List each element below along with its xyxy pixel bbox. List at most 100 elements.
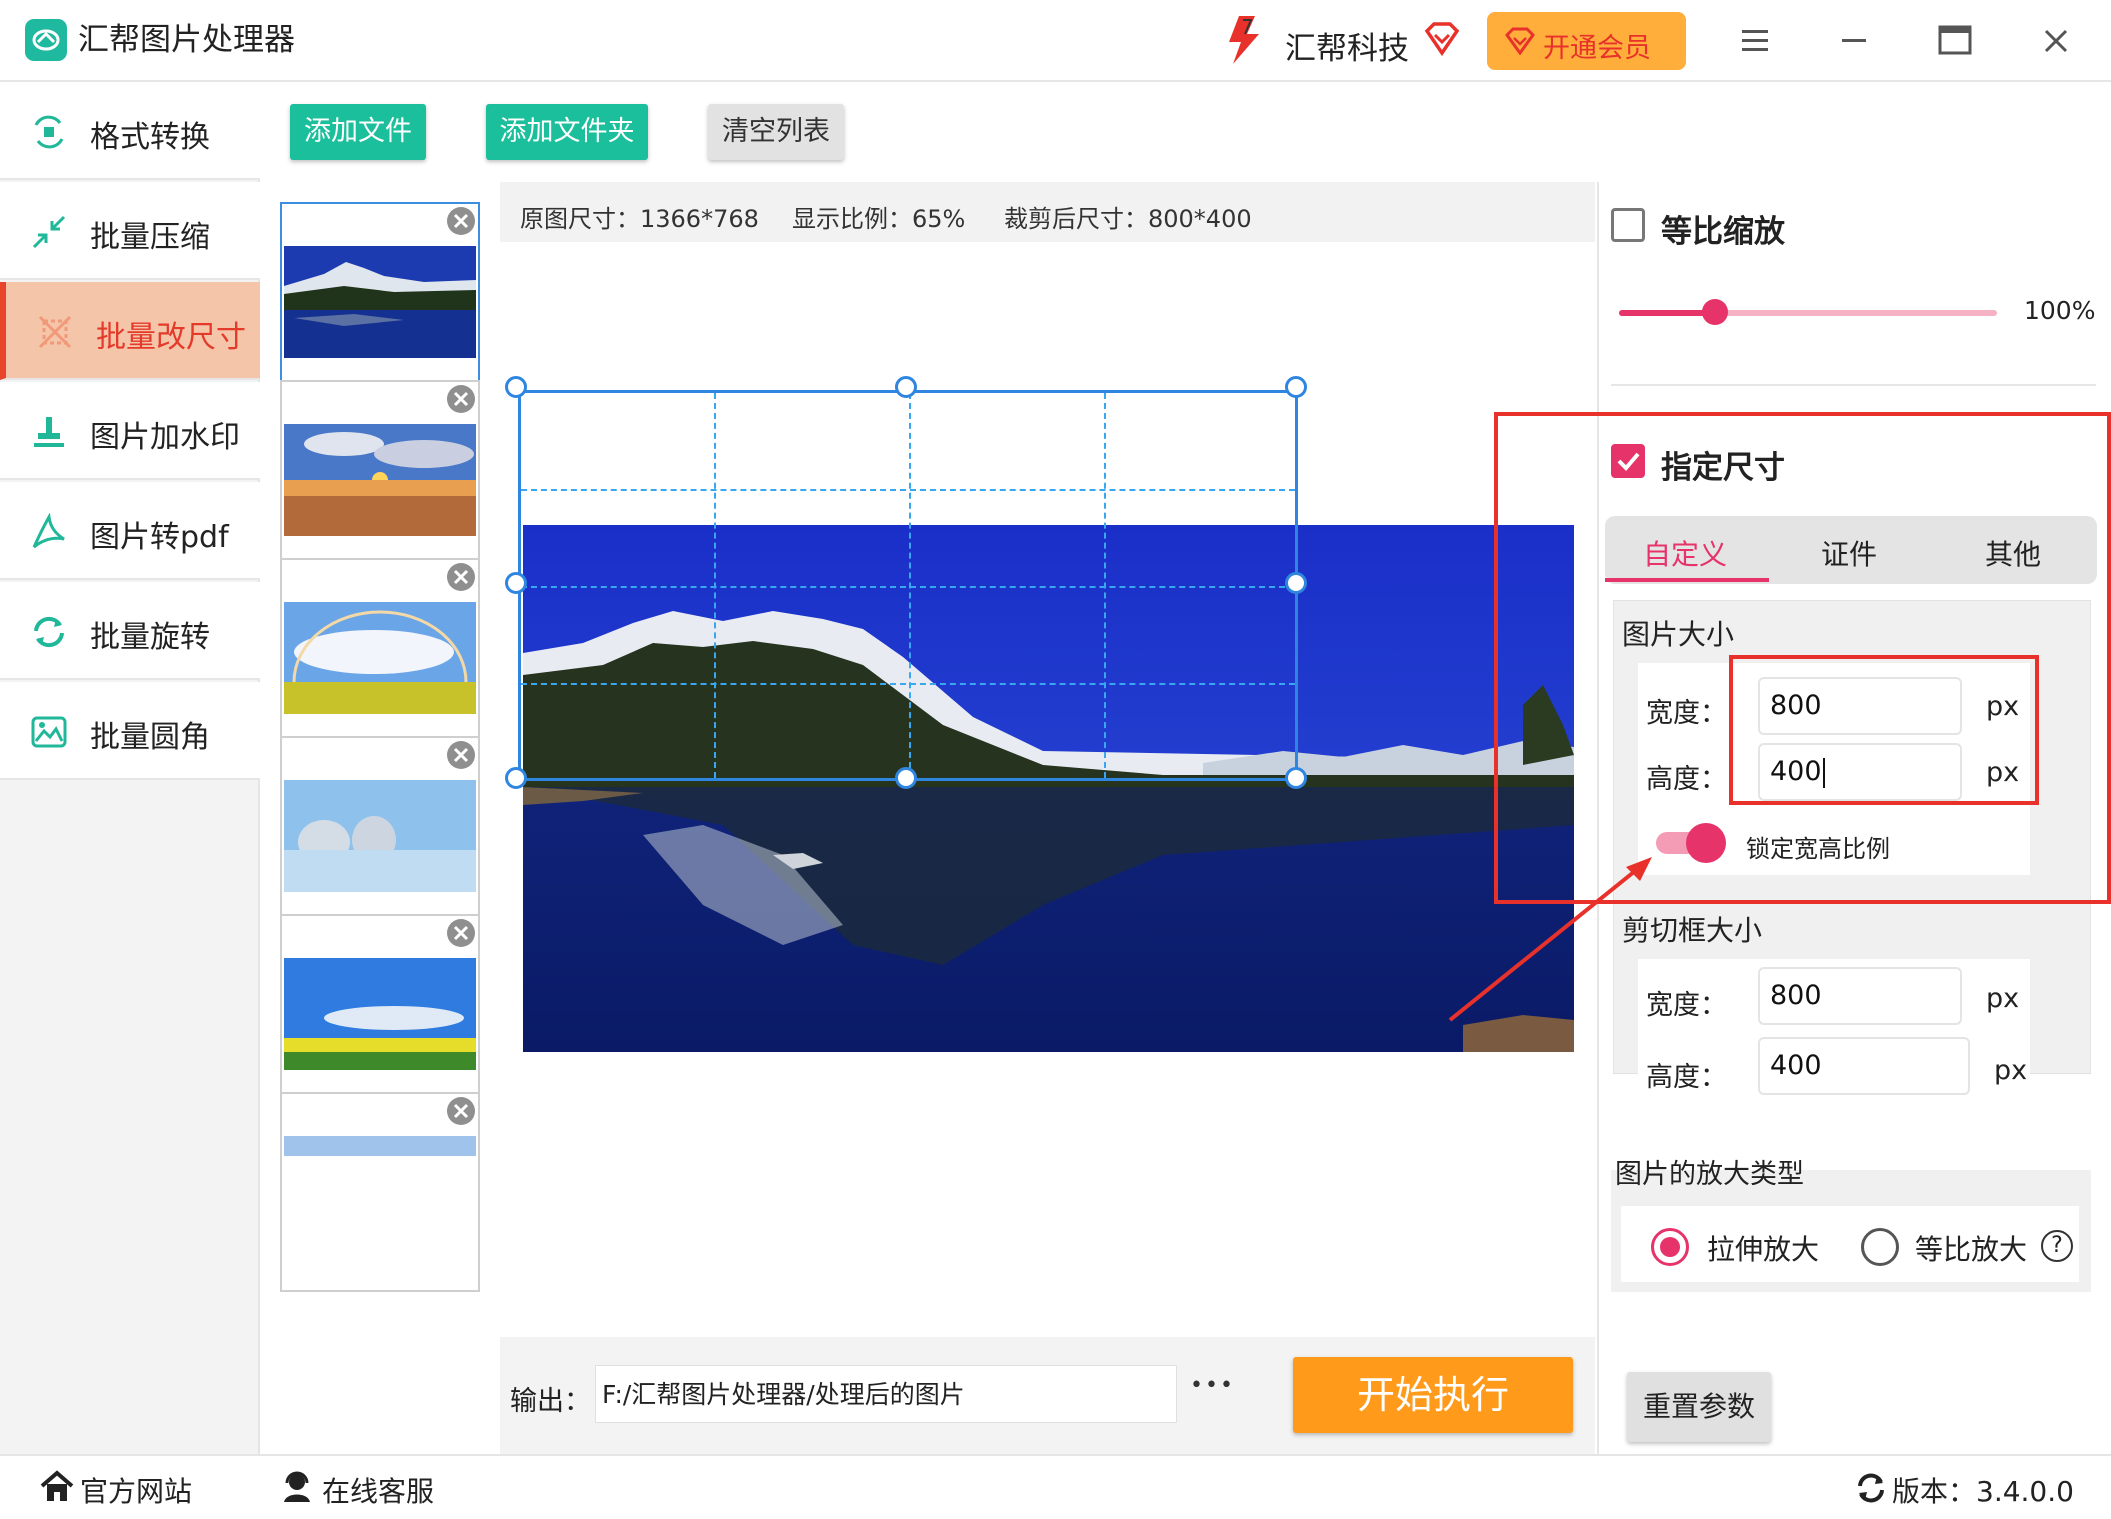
add-file-button[interactable]: 添加文件 — [290, 104, 426, 160]
vip-button-diamond-icon — [1505, 27, 1535, 55]
sidebar-item-batch-rotate[interactable]: 批量旋转 — [0, 582, 260, 680]
clear-list-button[interactable]: 清空列表 — [708, 104, 844, 160]
crop-grid-line — [521, 683, 1295, 685]
sidebar-item-label: 批量压缩 — [90, 220, 210, 255]
crop-size-fields: 宽度： 800 px 高度： 400 px — [1638, 959, 2030, 1099]
scale-slider-thumb[interactable] — [1702, 299, 1728, 325]
remove-icon[interactable] — [446, 206, 476, 236]
crop-width-unit: px — [1986, 983, 2020, 1014]
rotate-icon — [30, 613, 68, 651]
crop-handle-top[interactable] — [895, 376, 917, 398]
minimize-icon[interactable] — [1840, 38, 1868, 44]
version-text: 版本：3.4.0.0 — [1892, 1475, 2074, 1508]
crop-handle-right[interactable] — [1285, 572, 1307, 594]
crop-handle-bottom-right[interactable] — [1285, 767, 1307, 789]
thumbnail-image-rainbow-field — [284, 602, 476, 714]
maximize-icon[interactable] — [1938, 25, 1972, 55]
thumbnail-item[interactable] — [280, 914, 480, 1114]
enlarge-type-title: 图片的放大类型 — [1615, 1159, 1804, 1190]
thumbnail-image-snow-trees — [284, 780, 476, 892]
enlarge-type-group: 图片的放大类型 拉伸放大 等比放大 ? — [1611, 1159, 2091, 1292]
output-path-text: F:/汇帮图片处理器/处理后的图片 — [602, 1380, 965, 1409]
scale-label: 等比缩放 — [1661, 214, 1785, 250]
image-info-bar: 原图尺寸：1366*768 显示比例：65% 裁剪后尺寸：800*400 — [500, 182, 1595, 242]
enlarge-options: 拉伸放大 等比放大 ? — [1621, 1206, 2079, 1282]
status-bar: 官方网站 在线客服 版本：3.4.0.0 — [0, 1454, 2111, 1519]
remove-icon[interactable] — [446, 740, 476, 770]
output-path-input[interactable]: F:/汇帮图片处理器/处理后的图片 — [595, 1365, 1177, 1423]
crop-height-input[interactable]: 400 — [1758, 1037, 1970, 1095]
sidebar-item-round-corner[interactable]: 批量圆角 — [0, 682, 260, 780]
sidebar-item-watermark[interactable]: 图片加水印 — [0, 382, 260, 480]
reset-button[interactable]: 重置参数 — [1627, 1372, 1771, 1442]
crop-handle-top-left[interactable] — [505, 376, 527, 398]
vip-button[interactable]: 开通会员 — [1487, 12, 1686, 70]
original-size: 原图尺寸：1366*768 — [520, 205, 759, 233]
resize-icon — [36, 313, 74, 351]
app-title: 汇帮图片处理器 — [78, 22, 295, 58]
crop-grid-line — [521, 489, 1295, 491]
sidebar: 格式转换 批量压缩 批量改尺寸 图片加水印 图片转pdf 批量旋转 批量圆角 — [0, 82, 260, 1454]
scale-value: 100% — [2024, 296, 2096, 325]
thumbnail-image-beach-sunset — [284, 424, 476, 536]
crop-handle-bottom-left[interactable] — [505, 767, 527, 789]
watermark-icon — [30, 413, 68, 451]
remove-icon[interactable] — [446, 918, 476, 948]
crop-height-unit: px — [1994, 1055, 2028, 1086]
thumbnail-item[interactable] — [280, 736, 480, 936]
stretch-label[interactable]: 拉伸放大 — [1707, 1228, 1819, 1268]
proportional-label[interactable]: 等比放大 — [1915, 1228, 2027, 1268]
menu-icon[interactable] — [1740, 28, 1770, 54]
sidebar-item-format-convert[interactable]: 格式转换 — [0, 82, 260, 180]
title-bar: 汇帮图片处理器 汇帮科技 开通会员 — [0, 0, 2111, 82]
thumbnail-item[interactable] — [280, 380, 480, 580]
sidebar-item-to-pdf[interactable]: 图片转pdf — [0, 482, 260, 580]
compress-icon — [30, 213, 68, 251]
sidebar-item-label: 图片加水印 — [90, 420, 240, 455]
vip-diamond-icon — [1424, 22, 1460, 56]
thumbnail-image-partial — [284, 1136, 476, 1248]
crop-height-label: 高度： — [1646, 1062, 1727, 1093]
close-icon[interactable] — [2043, 28, 2069, 54]
thumbnail-item[interactable] — [280, 558, 480, 758]
help-icon[interactable]: ? — [2041, 1230, 2073, 1262]
scale-slider-fill — [1619, 310, 1714, 316]
scale-checkbox[interactable] — [1611, 208, 1645, 242]
remove-icon[interactable] — [446, 384, 476, 414]
stretch-radio[interactable] — [1651, 1228, 1689, 1266]
thumbnail-item[interactable] — [280, 1092, 480, 1292]
crop-frame[interactable] — [518, 390, 1298, 781]
sidebar-item-label: 批量旋转 — [90, 620, 210, 655]
help-icon-glyph: ? — [2051, 1233, 2063, 1258]
output-bar: 输出： F:/汇帮图片处理器/处理后的图片 ••• 开始执行 — [500, 1337, 1595, 1454]
refresh-icon[interactable] — [1855, 1472, 1887, 1504]
thumbnail-list — [262, 182, 498, 1454]
browse-more-button[interactable]: ••• — [1190, 1373, 1235, 1398]
crop-handle-top-right[interactable] — [1285, 376, 1307, 398]
add-folder-button[interactable]: 添加文件夹 — [486, 104, 648, 160]
sidebar-item-batch-compress[interactable]: 批量压缩 — [0, 182, 260, 280]
thumbnail-item[interactable] — [280, 202, 480, 402]
divider — [1611, 384, 2096, 386]
app-logo-icon — [24, 18, 68, 62]
format-convert-icon — [30, 113, 68, 151]
scale-slider[interactable] — [1619, 299, 1999, 325]
crop-handle-bottom[interactable] — [895, 767, 917, 789]
crop-handle-left[interactable] — [505, 572, 527, 594]
online-support-link[interactable]: 在线客服 — [322, 1470, 434, 1510]
highlight-box-size-inputs — [1729, 655, 2039, 805]
remove-icon[interactable] — [446, 562, 476, 592]
remove-icon[interactable] — [446, 1096, 476, 1126]
sidebar-item-label: 格式转换 — [90, 120, 210, 155]
brand-logo-icon — [1225, 14, 1265, 66]
crop-grid-line — [521, 586, 1295, 588]
thumbnail-image-blue-sky-field — [284, 958, 476, 1070]
highlight-arrow — [1440, 845, 1680, 1030]
sidebar-item-batch-resize[interactable]: 批量改尺寸 — [0, 282, 260, 380]
proportional-radio[interactable] — [1861, 1228, 1899, 1266]
official-website-link[interactable]: 官方网站 — [80, 1470, 192, 1510]
crop-width-input[interactable]: 800 — [1758, 967, 1962, 1025]
start-button[interactable]: 开始执行 — [1293, 1357, 1573, 1433]
home-icon — [40, 1470, 74, 1504]
round-corner-image-icon — [30, 713, 68, 751]
